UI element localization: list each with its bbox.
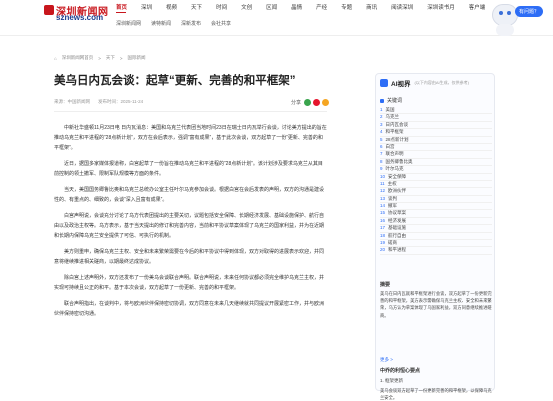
breadcrumb-item[interactable]: 天下 xyxy=(106,55,115,61)
nav-item[interactable]: 阅读深圳 xyxy=(391,3,413,11)
weibo-icon[interactable] xyxy=(313,99,321,106)
keyword-item[interactable]: 16 经济发展 xyxy=(380,218,492,226)
article-paragraph: 当天，美国国务卿鲁比奥和乌克兰总统办公室主任叶尔马克参加会谈。根据白宫在会后发表… xyxy=(54,187,325,203)
qzone-icon[interactable] xyxy=(322,99,330,106)
article-paragraph: 中新社华盛顿11月23日电 日内瓦消息：美国和乌克兰代表团当地时间23日在瑞士日… xyxy=(54,125,327,151)
subnav-item[interactable]: 读特新闻 xyxy=(151,20,171,27)
wechat-icon[interactable] xyxy=(304,99,312,106)
site-logo[interactable]: 深圳新闻网 sznews.com xyxy=(44,2,108,24)
logo-mark-icon xyxy=(44,5,54,15)
nav-item[interactable]: 区闻 xyxy=(266,3,277,11)
breadcrumb-item[interactable]: 深圳新闻网首页 xyxy=(62,55,94,61)
breadcrumb-separator: > xyxy=(119,55,123,61)
key-point-text: 美乌会谈双方起草了一份更新完善的和平框架，以保障乌克兰安全。 xyxy=(380,388,492,400)
breadcrumb-item[interactable]: 国际新闻 xyxy=(128,55,146,61)
nav-item[interactable]: 文创 xyxy=(241,3,252,11)
ai-header: AI视界 (以下内容由AI生成，仅供参考) xyxy=(380,78,469,88)
nav-item[interactable]: 商讯 xyxy=(366,3,377,11)
robot-head xyxy=(492,4,518,26)
article-time: 发布时间：2025-11-24 xyxy=(98,99,144,104)
breadcrumb-separator: > xyxy=(98,55,101,61)
nav-item[interactable]: 时间 xyxy=(216,3,227,11)
keyword-item[interactable]: 1 美国 xyxy=(380,107,492,115)
article-paragraph: 美方则重申，确保乌克兰主权、安全和未来繁荣需要在今后的和平协议中得到体现，双方对… xyxy=(54,249,325,265)
article-body: 中新社华盛顿11月23日电 日内瓦消息：美国和乌克兰代表团当地时间23日在瑞士日… xyxy=(54,123,327,325)
keyword-item[interactable]: 4 和平框架 xyxy=(380,129,492,137)
keyword-item[interactable]: 11 主权 xyxy=(380,181,492,189)
subnav-item[interactable]: 深圳新闻网 xyxy=(116,20,141,27)
nav-item[interactable]: 深圳 xyxy=(141,3,152,11)
robot-eye-icon xyxy=(507,11,511,15)
subnav-item[interactable]: 会社共享 xyxy=(211,20,231,27)
top-bar: 深圳新闻网 sznews.com 首页 深圳 视频 天下 时间 文创 区闻 晶情… xyxy=(0,0,553,36)
article-paragraph: 白宫声明说，会谈充分讨论了乌方代表团提出的主要关切，议题包括安全保障、长期经济发… xyxy=(54,213,325,239)
subnav-item[interactable]: 深新发布 xyxy=(181,20,201,27)
nav-item[interactable]: 视频 xyxy=(166,3,177,11)
nav-active-underline xyxy=(116,12,126,13)
ai-disclaimer: (以下内容由AI生成，仅供参考) xyxy=(414,80,469,85)
keyword-item[interactable]: 10 安全保障 xyxy=(380,174,492,181)
robot-eye-icon xyxy=(499,11,503,15)
keyword-item[interactable]: 13 谈判 xyxy=(380,196,492,204)
keyword-item[interactable]: 9 叶尔马克 xyxy=(380,166,492,174)
summary-title: 摘要 xyxy=(380,282,391,288)
robot-body xyxy=(496,24,514,36)
nav-item[interactable]: 天下 xyxy=(191,3,202,11)
article-source: 来源：中国新闻网 xyxy=(54,99,90,104)
assistant-bubble[interactable]: 有问题？ xyxy=(515,6,544,17)
article-paragraph: 除白宫上述声明外，双方还发布了一份美乌会谈联合声明。联合声明说，未来任何协议都必… xyxy=(54,275,325,291)
keyword-item[interactable]: 5 28点新计划 xyxy=(380,137,492,144)
nav-item[interactable]: 客户端 xyxy=(469,3,486,11)
nav-item[interactable]: 产经 xyxy=(316,3,327,11)
summary-text: 美乌在日内瓦就和平框架进行会谈，双方起草了一份更新完善的和平框架，美方表示需确保… xyxy=(380,291,492,318)
share-bar: 分享 xyxy=(291,99,331,106)
keyword-list: 1 美国 2 乌克兰 3 日内瓦会谈 4 和平框架 5 28点新计划 6 白宫 7 联合声明 … xyxy=(380,107,492,255)
keyword-item[interactable]: 12 欧洲伙伴 xyxy=(380,188,492,196)
keywords-header: 关键词 xyxy=(380,97,402,104)
keyword-item[interactable]: 3 日内瓦会谈 xyxy=(380,122,492,130)
key-points-title: 中乔的利恒心要点 xyxy=(380,368,421,374)
nav-item[interactable]: 深圳读书月 xyxy=(427,3,455,11)
ai-logo-icon xyxy=(380,79,388,87)
article-paragraph: 近日，据国多家媒体报道称，白宫起草了一份旨在推动乌克兰和平进程的“28点新计划”… xyxy=(54,161,323,177)
keyword-item[interactable]: 19 磋商 xyxy=(380,240,492,248)
keyword-item[interactable]: 18 航行自由 xyxy=(380,233,492,241)
ai-title: AI视界 xyxy=(391,81,411,88)
keyword-item[interactable]: 15 协议草案 xyxy=(380,210,492,218)
keyword-item[interactable]: 8 国务卿鲁比奥 xyxy=(380,159,492,167)
keyword-item[interactable]: 7 联合声明 xyxy=(380,151,492,159)
title-divider xyxy=(54,111,327,112)
nav-item[interactable]: 晶情 xyxy=(291,3,302,11)
key-point-heading[interactable]: 1. 框架更新 xyxy=(380,378,403,384)
article-title: 美乌日内瓦会谈：起草“更新、完善的和平框架” xyxy=(54,75,296,87)
logo-domain: sznews.com xyxy=(56,13,104,22)
keyword-bullet-icon xyxy=(380,98,384,103)
nav-item-home[interactable]: 首页 xyxy=(116,3,127,11)
sub-nav: 深圳新闻网 读特新闻 深新发布 会社共享 xyxy=(116,20,241,27)
article-meta: 来源：中国新闻网 发布时间：2025-11-24 xyxy=(54,99,151,105)
keywords-label: 关键词 xyxy=(387,98,403,104)
home-icon: ⌂ xyxy=(54,55,57,61)
share-label: 分享 xyxy=(291,100,302,106)
main-nav: 首页 深圳 视频 天下 时间 文创 区闻 晶情 产经 专题 商讯 阅读深圳 深圳… xyxy=(116,3,499,11)
ai-sidebar: AI视界 (以下内容由AI生成，仅供参考) 关键词 1 美国 2 乌克兰 3 日内瓦会… xyxy=(375,73,495,400)
article-paragraph: 联合声明指出，在谈判中，将与欧洲伙伴保持密切协调，双方同意在未来几天继续就共同提… xyxy=(54,301,325,317)
keyword-item[interactable]: 20 和平进程 xyxy=(380,247,492,255)
keyword-item[interactable]: 14 撤军 xyxy=(380,203,492,211)
keyword-item[interactable]: 17 基础设施 xyxy=(380,225,492,233)
more-link[interactable]: 更多 > xyxy=(380,357,393,363)
breadcrumb: ⌂ 深圳新闻网首页 > 天下 > 国际新闻 xyxy=(54,55,151,61)
keyword-item[interactable]: 2 乌克兰 xyxy=(380,114,492,122)
keyword-item[interactable]: 6 白宫 xyxy=(380,144,492,152)
nav-item[interactable]: 专题 xyxy=(341,3,352,11)
